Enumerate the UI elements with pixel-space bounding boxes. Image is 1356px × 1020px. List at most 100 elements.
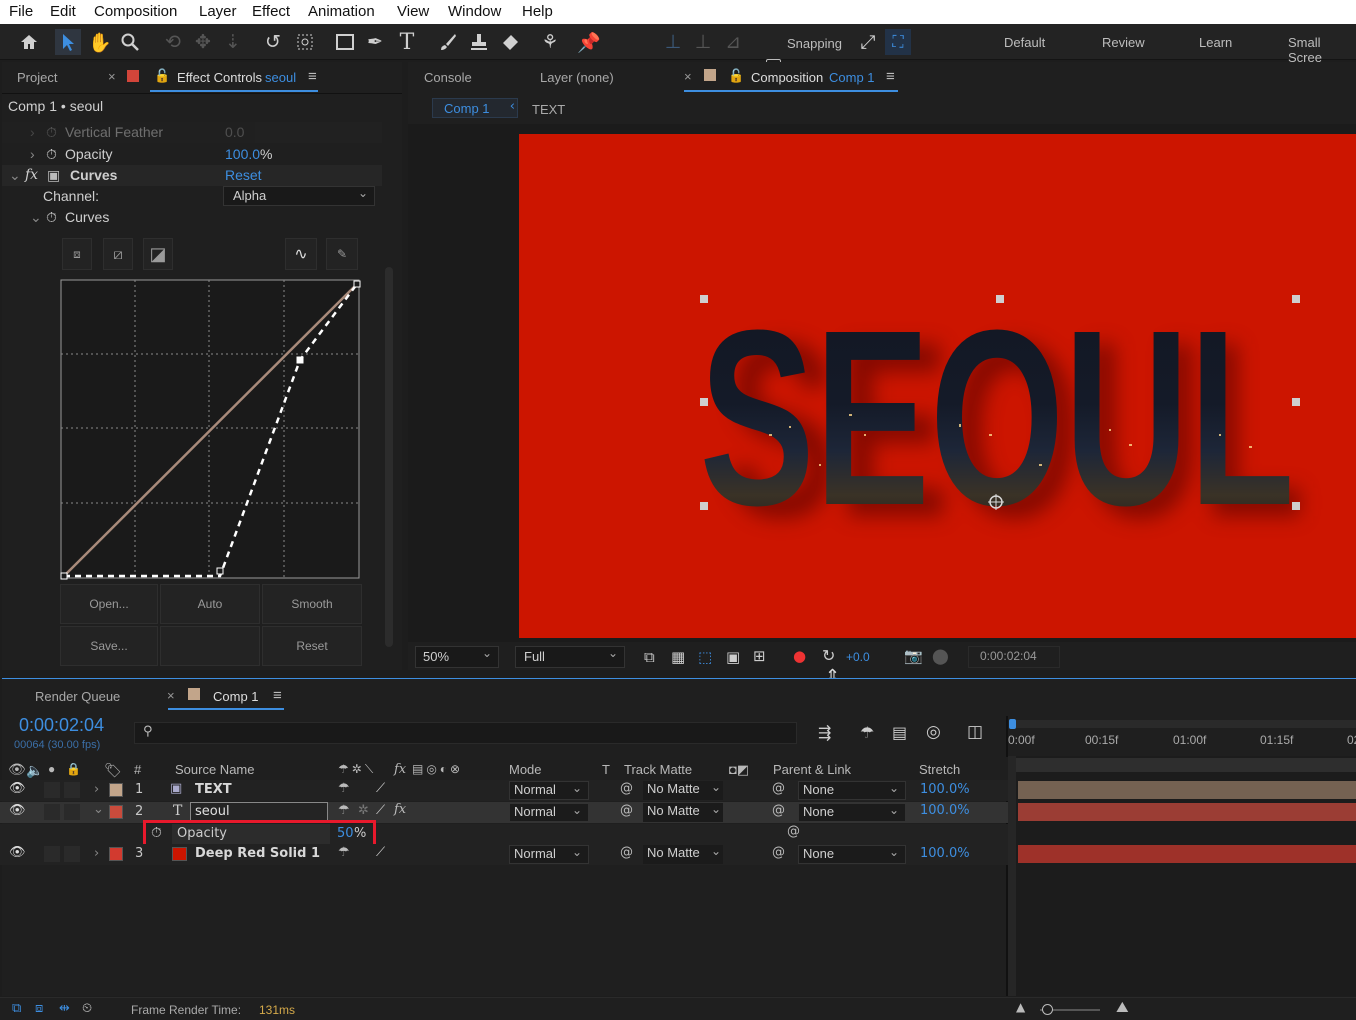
- eraser-tool-icon[interactable]: [497, 29, 523, 55]
- parent-dropdown[interactable]: None ⌄: [798, 803, 906, 822]
- zoom-in-icon[interactable]: ⛰: [1116, 998, 1129, 1016]
- home-icon[interactable]: [16, 29, 42, 55]
- bounding-box-handle[interactable]: [700, 502, 708, 510]
- small-graph-size-icon[interactable]: ⧈: [62, 238, 92, 270]
- world-axis-icon[interactable]: ⊥: [690, 29, 716, 55]
- layer-stretch-value[interactable]: 100.0%: [920, 846, 970, 861]
- pan-camera-icon[interactable]: ✥: [190, 29, 216, 55]
- effects-switch-icon[interactable]: fx: [394, 802, 406, 817]
- curves-open-button[interactable]: Open...: [60, 584, 158, 624]
- timeline-tracks-area[interactable]: [1008, 756, 1356, 996]
- puppet-pin-tool-icon[interactable]: 📌: [576, 29, 602, 55]
- layer-row-3[interactable]: 👁 › 3 Deep Red Solid 1 ☂ ⟋ Normal ⌄ @ No …: [0, 844, 1008, 865]
- tab-console[interactable]: Console: [424, 70, 472, 85]
- quality-switch-icon[interactable]: ⟋: [376, 845, 385, 860]
- menu-composition[interactable]: Composition: [94, 3, 177, 20]
- track-matte-dropdown[interactable]: No Matte ⌄: [643, 802, 723, 822]
- curves-auto-button[interactable]: Auto: [160, 584, 260, 624]
- layer-switches-2-icon[interactable]: ▤◎◐⊗: [412, 762, 463, 776]
- curve-point[interactable]: [60, 572, 68, 580]
- audio-switch-icon[interactable]: 🔈: [26, 762, 43, 779]
- shy-switch-icon[interactable]: ☂: [338, 845, 350, 860]
- bounding-box-handle[interactable]: [700, 398, 708, 406]
- matte-pickwhip-icon[interactable]: @: [620, 845, 633, 860]
- zoom-tool-icon[interactable]: [117, 29, 143, 55]
- tab-project[interactable]: Project: [17, 70, 57, 85]
- fx-icon[interactable]: fx: [25, 167, 38, 183]
- bezier-curve-tool-icon[interactable]: ∿: [285, 238, 317, 270]
- pen-tool-icon[interactable]: ✒: [362, 29, 388, 55]
- layer-mode-dropdown[interactable]: Normal ⌄: [509, 845, 589, 864]
- panel-menu-icon[interactable]: ≡: [886, 68, 895, 85]
- rotation-tool-icon[interactable]: ↺: [260, 29, 286, 55]
- eye-icon[interactable]: 👁: [9, 803, 26, 818]
- panel-menu-icon[interactable]: ≡: [273, 687, 282, 704]
- zoom-slider-handle[interactable]: [1042, 1004, 1053, 1015]
- matte-pickwhip-icon[interactable]: @: [620, 781, 633, 796]
- transparency-grid-icon[interactable]: ▦: [671, 648, 685, 666]
- collapse-arrow-icon[interactable]: ⌄: [30, 209, 42, 226]
- layer-label-color[interactable]: [109, 805, 123, 819]
- render-time-toggle-icon[interactable]: ⏲: [82, 1001, 92, 1016]
- track-matte-dropdown[interactable]: No Matte ⌄: [643, 780, 723, 800]
- curve-point[interactable]: [296, 356, 304, 364]
- layer-name[interactable]: TEXT: [195, 782, 232, 797]
- parent-pickwhip-icon[interactable]: @: [772, 845, 785, 860]
- tab-effect-controls[interactable]: Effect Controls: [177, 70, 262, 85]
- channels-icon[interactable]: ●: [793, 647, 806, 665]
- reset-exposure-icon[interactable]: ↻: [822, 646, 835, 665]
- lock-icon[interactable]: 🔓: [154, 68, 170, 84]
- menu-view[interactable]: View: [397, 3, 429, 20]
- bounding-box-handle[interactable]: [700, 295, 708, 303]
- breadcrumb-comp[interactable]: Comp 1 ‹: [432, 98, 518, 118]
- shy-layers-icon[interactable]: ☂: [860, 723, 874, 742]
- collapse-arrow-icon[interactable]: ⌄: [9, 167, 21, 184]
- local-axis-icon[interactable]: ⊥: [660, 29, 686, 55]
- panel-menu-icon[interactable]: ≡: [308, 68, 317, 85]
- expand-arrow-icon[interactable]: ›: [30, 146, 35, 162]
- curves-save-button[interactable]: Save...: [60, 626, 158, 666]
- curves-reset-button[interactable]: Reset: [262, 626, 362, 666]
- menu-effect[interactable]: Effect: [252, 3, 290, 20]
- stopwatch-icon[interactable]: ⏱: [46, 146, 57, 163]
- curves-smooth-button[interactable]: Smooth: [262, 584, 362, 624]
- breadcrumb-layer[interactable]: TEXT: [532, 102, 565, 117]
- curves-effect-row[interactable]: ⌄ fx ▣ Curves Reset: [2, 165, 382, 186]
- stopwatch-icon[interactable]: ⏱: [46, 209, 57, 226]
- collapse-switch-icon[interactable]: ✲: [358, 803, 369, 818]
- track-matte-header[interactable]: Track Matte: [624, 762, 692, 777]
- channel-dropdown[interactable]: Alpha ⌄: [223, 186, 375, 206]
- layer-label-color[interactable]: [109, 847, 123, 861]
- frame-blending-icon[interactable]: ▤: [892, 723, 907, 742]
- layer-label-color[interactable]: [109, 783, 123, 797]
- timeline-search-input[interactable]: ⚲: [134, 722, 797, 744]
- layer-switches-icon[interactable]: ☂✲⟍: [338, 762, 376, 777]
- quality-switch-icon[interactable]: ⟋: [376, 803, 385, 818]
- layer-bar-seoul[interactable]: [1018, 803, 1356, 821]
- workspace-review[interactable]: Review: [1102, 35, 1145, 50]
- layer-name[interactable]: Deep Red Solid 1: [195, 846, 320, 861]
- menu-layer[interactable]: Layer: [199, 3, 237, 20]
- hand-tool-icon[interactable]: ✋: [87, 29, 113, 55]
- parent-pickwhip-icon[interactable]: @: [772, 803, 785, 818]
- curve-point[interactable]: [216, 567, 224, 575]
- layer-mode-dropdown[interactable]: Normal ⌄: [509, 781, 589, 800]
- eye-icon[interactable]: 👁: [9, 845, 26, 860]
- viewer-timecode[interactable]: 0:00:02:04: [968, 646, 1060, 668]
- parent-dropdown[interactable]: None ⌄: [798, 781, 906, 800]
- layer-stretch-value[interactable]: 100.0%: [920, 803, 970, 818]
- tab-comp-1[interactable]: Comp 1: [213, 689, 259, 704]
- mask-visibility-icon[interactable]: ⬚: [698, 648, 712, 666]
- expand-arrow-icon[interactable]: ›: [94, 782, 99, 797]
- menu-edit[interactable]: Edit: [50, 3, 76, 20]
- snapshot-camera-icon[interactable]: 📷: [904, 647, 923, 665]
- label-tag-icon[interactable]: 🏷: [104, 762, 122, 779]
- seoul-text-layer[interactable]: SEOUL: [700, 278, 1295, 557]
- layer-stretch-value[interactable]: 100.0%: [920, 782, 970, 797]
- lock-icon[interactable]: 🔓: [728, 68, 744, 84]
- parent-link-header[interactable]: Parent & Link: [773, 762, 851, 777]
- pencil-curve-tool-icon[interactable]: ✎: [326, 238, 358, 270]
- tab-layer[interactable]: Layer (none): [540, 70, 614, 85]
- resolution-dropdown[interactable]: Full ⌄: [515, 646, 625, 668]
- solo-switch-icon[interactable]: ●: [48, 762, 55, 776]
